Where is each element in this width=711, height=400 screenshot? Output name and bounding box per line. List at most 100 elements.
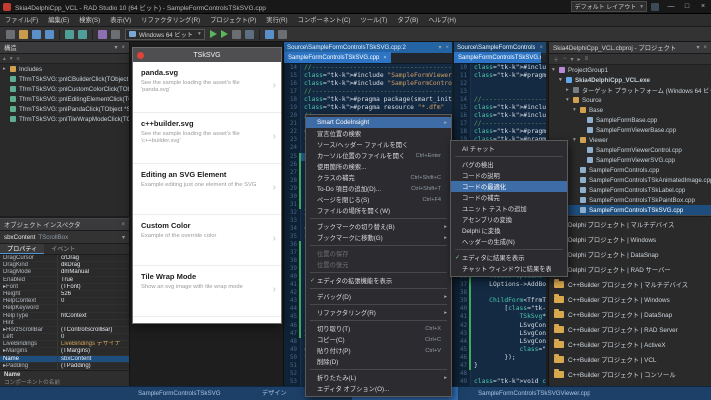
property-value[interactable] — [58, 305, 129, 311]
code-line[interactable]: 12 — [454, 80, 546, 89]
search-icon[interactable] — [277, 29, 287, 39]
context-menu-item-16[interactable]: ✓ エディタの拡張機能を表示 — [306, 275, 451, 286]
code-line[interactable]: 17//------------------------------------… — [454, 120, 546, 129]
project-tree-item[interactable]: ▾ Viewer — [549, 135, 711, 145]
move-down-icon[interactable]: ▾ — [10, 56, 13, 62]
context-menu-item-8[interactable]: ファイルの場所を開く(W) — [306, 205, 451, 216]
codeinsight-submenu-item-9[interactable]: ヘッダーの生成(N) — [451, 236, 567, 247]
property-value[interactable]: LiveBindings デザイナ — [58, 341, 129, 347]
code-line[interactable]: 19class="tk-k">#pragma resource "*.dfm" — [284, 104, 452, 113]
pause-icon[interactable] — [231, 29, 241, 39]
status-segment[interactable]: デザイン — [256, 387, 293, 400]
project-tree-item[interactable]: SampleFormViewerBase.cpp — [549, 125, 711, 135]
new-file-icon[interactable] — [6, 29, 15, 39]
context-menu-item-25[interactable]: 削除(D) — [306, 356, 451, 367]
menu-item-9[interactable]: タブ(B) — [392, 14, 423, 27]
property-row[interactable]: HelpKeyword — [0, 305, 129, 313]
refresh-icon[interactable]: ≡ — [17, 56, 20, 62]
property-row[interactable]: HelpContext 0 — [0, 298, 129, 306]
property-row[interactable]: Hint — [0, 319, 129, 327]
panel-menu-icon[interactable]: ▾ — [696, 44, 699, 51]
project-tree-item[interactable]: SampleFormViewerSVG.cpp — [549, 155, 711, 165]
redo-icon[interactable] — [78, 29, 87, 39]
collapse-icon[interactable]: ▸ — [578, 56, 581, 63]
menu-item-8[interactable]: ツール(T) — [355, 14, 392, 27]
property-row[interactable]: Height 526 — [0, 290, 129, 299]
code-line[interactable]: 43 LSvgControl->Svg->OverrideColor = cla… — [454, 329, 546, 338]
project-options-icon[interactable] — [98, 29, 107, 39]
project-tree-item[interactable]: SampleFormControlsTSkPaintBox.cpp — [549, 195, 711, 205]
property-row[interactable]: DragMode dmManual — [0, 269, 129, 277]
project-tree-item[interactable]: ▸ ターゲット プラットフォーム (Windows 64 ビット) — [549, 85, 711, 95]
tab-properties[interactable]: プロパティ — [0, 244, 45, 254]
expand-icon[interactable]: ▾ — [571, 56, 574, 63]
project-tree-item[interactable]: ▾ Skia4DelphiCpp_VCL.exe — [549, 75, 711, 85]
context-menu-item-3[interactable]: カーソル位置のファイルを開く Ctrl+Enter — [306, 150, 451, 161]
codeinsight-submenu-item-7[interactable]: アセンブリの変換 — [451, 214, 567, 225]
context-menu-item-20[interactable]: リファクタリング(R) ▸ — [306, 307, 451, 318]
context-menu-item-24[interactable]: 貼り付け(P) Ctrl+V — [306, 345, 451, 356]
context-menu-item-4[interactable]: 使用箇所の検索... — [306, 161, 451, 172]
code-line[interactable]: 13 — [454, 88, 546, 97]
code-line[interactable]: 47} — [454, 361, 546, 370]
code-line[interactable]: 40 [class="tk-k">this, LOptions]() { — [454, 305, 546, 314]
code-line[interactable]: 37 LOptions->AddBoolean("Show original",… — [454, 281, 546, 290]
property-row[interactable]: ▸Font (TFont) — [0, 283, 129, 291]
add-item-icon[interactable]: ＋ — [553, 55, 559, 64]
codeinsight-submenu-item-4[interactable]: コードの最適化 — [451, 181, 567, 192]
property-value[interactable]: 0 — [58, 334, 129, 340]
property-row[interactable]: ▸HorzScrollBar (TControlScrollBar) — [0, 326, 129, 335]
project-tree-item[interactable]: SampleFormControlsTSkSVG.cpp — [549, 205, 711, 215]
project-tree-item[interactable]: SampleFormViewerControl.cpp — [549, 145, 711, 155]
property-value[interactable]: crDrag — [58, 255, 129, 261]
property-row[interactable]: LiveBindings LiveBindings デザイナ — [0, 341, 129, 349]
open-file-icon[interactable] — [19, 29, 28, 39]
property-value[interactable]: (TControlScrollBar) — [58, 327, 129, 333]
structure-tree-item[interactable]: TfrmTSkSVG::pnlCBuilderClick(TObject *Se… — [0, 74, 129, 84]
property-row[interactable]: HelpType htContext — [0, 312, 129, 320]
property-row[interactable]: DragCursor crDrag — [0, 255, 129, 263]
target-platform-dropdown[interactable]: Windows 64 ビット ▾ — [125, 28, 205, 40]
status-segment[interactable]: SampleFormControlsTSkSVG — [132, 387, 227, 400]
run-icon[interactable] — [209, 30, 217, 38]
context-menu-item-11[interactable]: ブックマークに移動(G) ▸ — [306, 232, 451, 243]
property-row[interactable]: Enabled True — [0, 276, 129, 284]
move-up-icon[interactable]: ▴ — [3, 56, 6, 62]
code-line[interactable]: 15class="tk-k">#include "SampleFormViewe… — [454, 104, 546, 113]
panel-close-icon[interactable]: × — [703, 45, 707, 51]
project-tree-item[interactable]: SampleFormControlsTSkLabel.cpp — [549, 185, 711, 195]
structure-tree-item[interactable]: TfrmTSkSVG::pnlCustomColorClick(TObject … — [0, 84, 129, 94]
editor-tab-active[interactable]: SampleFormControlsTSkSVG.cpp × — [284, 52, 391, 63]
property-row[interactable]: Left 0 — [0, 334, 129, 342]
context-menu-item-22[interactable]: 切り取り(T) Ctrl+X — [306, 323, 451, 334]
editor-tab-active[interactable]: SampleFormControlsTSkSVG.cpp × — [454, 52, 542, 63]
template-category-item[interactable]: C++Builder プロジェクト | VCL — [549, 352, 711, 367]
codeinsight-submenu-item-3[interactable]: コードの説明 — [451, 170, 567, 181]
code-line[interactable]: 14//------------------------------------… — [284, 64, 452, 73]
code-line[interactable]: 46 }); — [454, 353, 546, 362]
project-tree-item[interactable]: ▾ Source — [549, 95, 711, 105]
status-segment[interactable]: SampleFormControlsTSkSVGViewer.cpp — [472, 387, 590, 400]
property-row[interactable]: DragKind dkDrag — [0, 262, 129, 270]
codeinsight-submenu-item-12[interactable]: チャット ウィンドウに結果を表示 — [451, 263, 567, 274]
panel-close-icon[interactable]: × — [445, 45, 449, 51]
context-menu-item-10[interactable]: ブックマークの切り替え(B) ▸ — [306, 221, 451, 232]
menu-item-10[interactable]: ヘルプ(H) — [423, 14, 461, 27]
notifications-icon[interactable] — [651, 2, 659, 11]
maximize-button[interactable]: □ — [679, 0, 695, 14]
panel-menu-icon[interactable]: ▾ — [114, 44, 117, 51]
tab-events[interactable]: イベント — [44, 244, 82, 254]
template-category-item[interactable]: Delphi プロジェクト | マルチデバイス — [549, 217, 711, 232]
context-menu-item-28[interactable]: エディタ オプション(O)... — [306, 383, 451, 394]
project-tree-item[interactable]: ▾ Base — [549, 105, 711, 115]
structure-tree-item[interactable]: TfrmTSkSVG::pnlPandaClick(TObject *Sende… — [0, 104, 129, 114]
panel-close-icon[interactable]: × — [121, 222, 125, 228]
property-row[interactable]: ▸Padding (TPadding) — [0, 362, 129, 370]
project-tree-item[interactable]: SampleFormControlsTSkAnimatedImage.cpp — [549, 175, 711, 185]
context-menu-item-13[interactable]: 位置の保存 — [306, 248, 451, 259]
codeinsight-submenu-item-11[interactable]: ✓ エディタに結果を表示 — [451, 252, 567, 263]
template-category-item[interactable]: C++Builder プロジェクト | RAD Server — [549, 322, 711, 337]
template-category-item[interactable]: C++Builder プロジェクト | マルチデバイス — [549, 277, 711, 292]
code-line[interactable]: 10class="tk-k">#include <vcl.h> — [454, 64, 546, 73]
code-line[interactable]: 14//------------------------------------… — [454, 96, 546, 105]
